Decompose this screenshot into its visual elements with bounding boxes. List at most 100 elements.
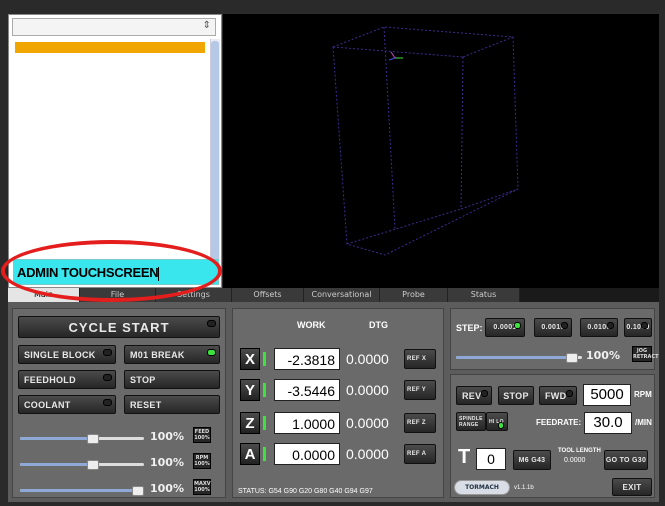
feedrate-label: FEEDRATE: — [536, 418, 582, 427]
ref-y-label: REF Y — [407, 387, 427, 393]
ref-a-button[interactable]: REF A — [404, 444, 436, 464]
y-axis-button[interactable]: Y — [240, 379, 260, 401]
a-work-dro[interactable]: 0.0000 — [274, 443, 340, 465]
spindle-range-hilo-toggle[interactable]: HI LO — [486, 412, 508, 431]
single-block-led — [103, 349, 112, 356]
gcode-file-dropdown[interactable]: ⇕ — [12, 18, 216, 36]
jog-speed-fill — [456, 356, 576, 359]
spindle-range-button[interactable]: SPINDLE RANGE — [456, 412, 486, 431]
rpm-input[interactable]: 5000 — [583, 384, 631, 406]
x-work-dro[interactable]: -2.3818 — [274, 348, 340, 370]
feed-100-button[interactable]: FEED 100% — [193, 427, 211, 443]
m01-break-led — [207, 349, 216, 356]
toolpath-viewport[interactable] — [223, 14, 659, 288]
spindle-stop-button[interactable]: STOP — [498, 386, 534, 405]
jog-speed-knob[interactable] — [565, 353, 578, 363]
go-to-g30-button[interactable]: GO TO G30 — [604, 450, 648, 470]
chevron-updown-icon: ⇕ — [202, 20, 211, 31]
x-axis-button[interactable]: X — [240, 348, 260, 370]
tab-status[interactable]: Status — [448, 288, 520, 302]
hilo-led — [498, 422, 504, 429]
tab-conversational[interactable]: Conversational — [304, 288, 380, 302]
rpm-override-percent: 100% — [150, 456, 184, 469]
feedhold-button[interactable]: FEEDHOLD — [18, 370, 116, 389]
cycle-start-led — [207, 320, 216, 327]
spindle-stop-label: STOP — [503, 390, 529, 401]
highlight-ellipse — [1, 240, 222, 302]
feed-override-knob[interactable] — [86, 434, 99, 444]
spindle-fwd-button[interactable]: FWD — [539, 386, 577, 405]
current-line-highlight — [15, 42, 205, 53]
tool-number-input[interactable]: 0 — [476, 448, 506, 470]
jog-speed-slider[interactable] — [456, 353, 582, 363]
a-dtg-value: 0.0000 — [346, 446, 389, 462]
rpm-override-knob[interactable] — [86, 460, 99, 470]
single-block-button[interactable]: SINGLE BLOCK — [18, 345, 116, 364]
maxvel-override-knob[interactable] — [131, 486, 144, 496]
z-work-dro[interactable]: 1.0000 — [274, 412, 340, 434]
spindle-fwd-led — [566, 390, 573, 397]
y-work-dro[interactable]: -3.5446 — [274, 379, 340, 401]
ref-x-label: REF X — [407, 356, 427, 362]
stop-button[interactable]: STOP — [124, 370, 220, 389]
x-dtg-value: 0.0000 — [346, 351, 389, 367]
feedhold-led — [103, 374, 112, 381]
m01-break-label: M01 BREAK — [130, 349, 185, 360]
box-edge — [383, 26, 396, 230]
box-edge — [346, 208, 462, 245]
step-0001-button[interactable]: 0.0001 — [485, 318, 525, 337]
box-edge — [460, 188, 519, 210]
rpm-100-button[interactable]: RPM 100% — [193, 453, 211, 469]
maxvel-override-percent: 100% — [150, 482, 184, 495]
ref-x-button[interactable]: REF X — [404, 349, 436, 369]
spindle-rev-led — [481, 390, 488, 397]
coolant-button[interactable]: COOLANT — [18, 395, 116, 414]
dro-group — [232, 308, 444, 498]
tab-probe[interactable]: Probe — [380, 288, 448, 302]
jog-retract-button[interactable]: JOG RETRACT — [632, 346, 658, 362]
maxvel-override-slider[interactable] — [20, 486, 144, 496]
m01-break-button[interactable]: M01 BREAK — [124, 345, 220, 364]
z-axis-led — [263, 416, 266, 430]
axis-triad-icon — [388, 51, 403, 61]
ref-z-button[interactable]: REF Z — [404, 413, 436, 433]
gcode-scrollbar-thumb[interactable] — [211, 41, 219, 263]
box-edge — [332, 46, 464, 58]
reset-button[interactable]: RESET — [124, 395, 220, 414]
feedrate-input[interactable]: 30.0 — [584, 412, 632, 434]
a-axis-button[interactable]: A — [240, 443, 260, 465]
tab-offsets[interactable]: Offsets — [232, 288, 304, 302]
step-0010-button[interactable]: 0.0010 — [534, 318, 572, 337]
x-axis-led — [263, 352, 266, 366]
tool-length-label: TOOL LENGTH — [558, 448, 601, 454]
feed-override-slider[interactable] — [20, 434, 144, 444]
feed-override-fill — [20, 437, 97, 440]
spindle-range-label: SPINDLE RANGE — [459, 415, 483, 428]
z-axis-button[interactable]: Z — [240, 412, 260, 434]
maxvel-override-fill — [20, 489, 142, 492]
feedhold-label: FEEDHOLD — [24, 374, 76, 385]
rpm-override-slider[interactable] — [20, 460, 144, 470]
step-label: STEP: — [456, 323, 483, 333]
rpm-unit: RPM — [634, 390, 652, 399]
ref-y-button[interactable]: REF Y — [404, 380, 436, 400]
exit-button[interactable]: EXIT — [612, 478, 652, 496]
y-dtg-value: 0.0000 — [346, 382, 389, 398]
spindle-rev-button[interactable]: REV — [456, 386, 492, 405]
maxvel-100-button[interactable]: MAXV 100% — [193, 479, 211, 495]
workpiece-outline — [332, 26, 519, 256]
feed-override-percent: 100% — [150, 430, 184, 443]
cycle-start-label: CYCLE START — [68, 319, 170, 335]
step-0001-led — [514, 322, 521, 329]
cycle-start-button[interactable]: CYCLE START — [18, 316, 220, 338]
step-0100-button[interactable]: 0.0100 — [580, 318, 618, 337]
step-1000-button[interactable]: 0.1000 — [624, 318, 652, 337]
a-axis-led — [263, 447, 266, 461]
m6-g43-button[interactable]: M6 G43 — [513, 450, 551, 470]
tormach-logo: TORMACH — [454, 480, 510, 495]
box-edge — [462, 36, 514, 58]
gcode-listing[interactable] — [12, 39, 208, 267]
work-header: WORK — [297, 320, 326, 330]
ref-z-label: REF Z — [407, 420, 426, 426]
tool-length-value: 0.0000 — [564, 457, 586, 464]
